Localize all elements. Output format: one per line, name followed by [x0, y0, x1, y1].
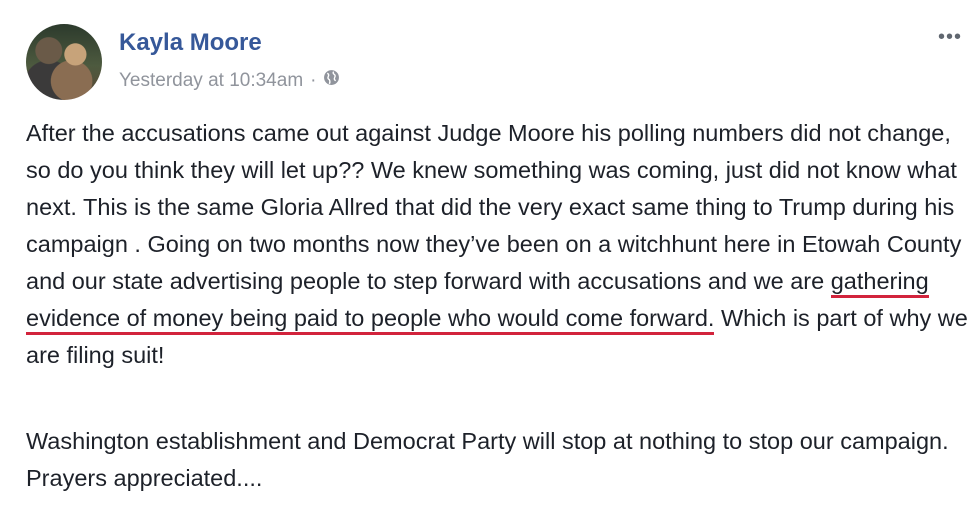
facebook-post-card: Kayla Moore Yesterday at 10:34am · ••• A… [0, 0, 980, 513]
post-meta: Yesterday at 10:34am · [119, 69, 340, 92]
globe-icon[interactable] [323, 69, 340, 92]
author-avatar[interactable] [26, 24, 102, 100]
meta-separator: · [310, 69, 317, 91]
post-paragraph-2: Washington establishment and Democrat Pa… [26, 428, 949, 491]
more-options-button[interactable]: ••• [938, 27, 962, 47]
post-timestamp[interactable]: Yesterday at 10:34am [119, 70, 303, 92]
paragraph-1-text: After the accusations came out against J… [26, 120, 962, 294]
author-name-link[interactable]: Kayla Moore [119, 29, 262, 57]
post-paragraph-1: After the accusations came out against J… [26, 115, 971, 374]
